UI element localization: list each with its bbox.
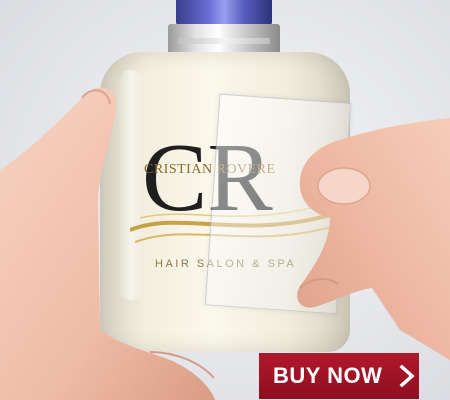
left-finger-crease (149, 351, 215, 379)
buy-now-label: BUY NOW (273, 363, 383, 388)
ad-banner: CR CRISTIAN ROVERE HAIR SALON & SPA (0, 0, 450, 400)
bottle-cap (176, 0, 272, 26)
bottle-neck-ring (178, 38, 270, 44)
buy-now-button[interactable]: BUY NOW (259, 353, 419, 399)
peel-film (204, 93, 352, 315)
chevron-right-icon (399, 365, 416, 387)
